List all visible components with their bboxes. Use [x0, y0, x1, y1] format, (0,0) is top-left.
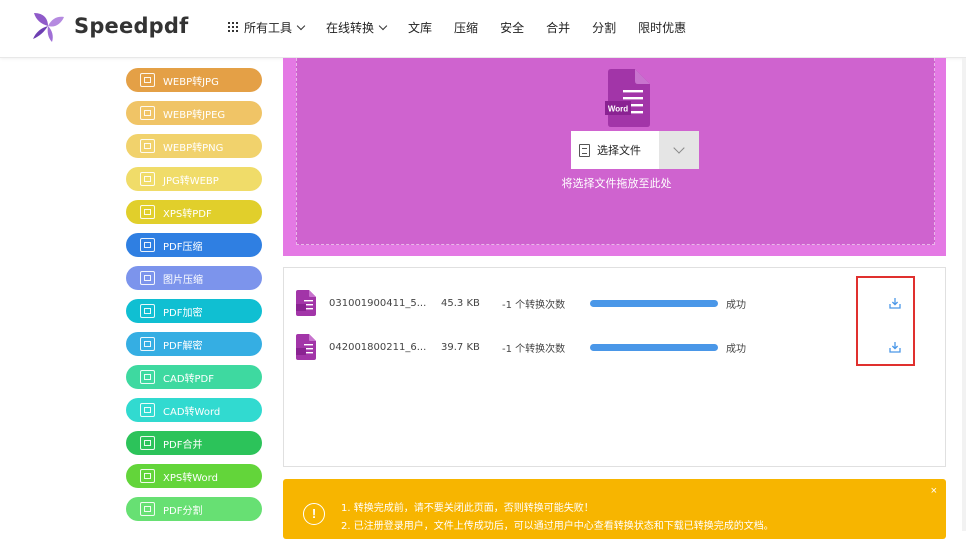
file-row: 042001800211_6... 39.7 KB -1 个转换次数 成功	[296, 333, 936, 361]
sidebar-tool-label: PDF加密	[163, 307, 203, 319]
grid-icon	[228, 22, 238, 32]
nav-item-label: 安全	[500, 20, 525, 35]
sidebar-tool-label: PDF分割	[163, 505, 203, 517]
nav-item-5[interactable]: 合并	[546, 19, 570, 36]
select-file-control: 选择文件	[571, 131, 699, 169]
nav-item-label: 所有工具	[244, 20, 293, 35]
sidebar-tool-label: 图片压缩	[163, 274, 203, 286]
warning-icon: !	[303, 503, 325, 525]
sidebar-tool-label: WEBP转JPEG	[163, 109, 226, 121]
file-list: 031001900411_5... 45.3 KB -1 个转换次数 成功 042001…	[283, 267, 946, 467]
sidebar-tool-13[interactable]: PDF分割	[126, 497, 262, 521]
notice-close-button[interactable]: ×	[931, 485, 937, 497]
conversion-count: -1 个转换次数	[502, 299, 566, 311]
notice-line-1: 1. 转换完成前，请不要关闭此页面，否则转换可能失败！	[341, 503, 594, 514]
sidebar-tool-5[interactable]: PDF压缩	[126, 233, 262, 257]
sidebar-tool-1[interactable]: WEBP转JPEG	[126, 101, 262, 125]
nav-item-label: 合并	[546, 20, 571, 35]
file-size: 45.3 KB	[441, 297, 480, 309]
sidebar-tool-9[interactable]: CAD转PDF	[126, 365, 262, 389]
tool-icon	[140, 73, 155, 87]
word-file-icon	[296, 334, 316, 360]
sidebar-tool-2[interactable]: WEBP转PNG	[126, 134, 262, 158]
file-name: 031001900411_5...	[329, 297, 427, 309]
sidebar-tool-label: PDF压缩	[163, 241, 203, 253]
drop-hint-text: 将选择文件拖放至此处	[561, 177, 672, 190]
main-nav: 所有工具 在线转换 文库 压缩 安全 合并 分割 限时优惠	[228, 0, 708, 54]
select-file-label: 选择文件	[597, 144, 641, 157]
document-icon	[579, 143, 590, 157]
tool-icon	[140, 238, 155, 252]
sidebar-tool-10[interactable]: CAD转Word	[126, 398, 262, 422]
tool-icon	[140, 271, 155, 285]
progress-bar	[590, 343, 718, 351]
sidebar-tool-4[interactable]: XPS转PDF	[126, 200, 262, 224]
sidebar-tool-label: WEBP转PNG	[163, 142, 224, 154]
drop-zone[interactable]: Word 选择文件 将选择文件拖放至此处	[296, 58, 935, 245]
tool-icon	[140, 172, 155, 186]
notice-banner: ! 1. 转换完成前，请不要关闭此页面，否则转换可能失败！ 2. 已注册登录用户…	[283, 479, 946, 539]
sidebar-tool-7[interactable]: PDF加密	[126, 299, 262, 323]
sidebar-tool-label: PDF合并	[163, 439, 203, 451]
chevron-down-icon	[296, 21, 306, 30]
tool-icon	[140, 139, 155, 153]
sidebar-tool-label: JPG转WEBP	[163, 175, 219, 187]
status-text: 成功	[726, 343, 746, 355]
tool-icon	[140, 370, 155, 384]
tool-icon	[140, 436, 155, 450]
nav-item-1[interactable]: 在线转换	[326, 19, 388, 36]
file-size: 39.7 KB	[441, 341, 480, 353]
tool-icon	[140, 337, 155, 351]
brand-name[interactable]: Speedpdf	[74, 14, 188, 38]
download-highlight-box	[856, 276, 915, 366]
sidebar-tool-11[interactable]: PDF合并	[126, 431, 262, 455]
nav-item-label: 压缩	[454, 20, 479, 35]
nav-item-label: 文库	[408, 20, 433, 35]
sidebar-tool-3[interactable]: JPG转WEBP	[126, 167, 262, 191]
upload-area: Word 选择文件 将选择文件拖放至此处	[283, 58, 946, 256]
nav-item-3[interactable]: 压缩	[454, 19, 478, 36]
tool-icon	[140, 106, 155, 120]
word-file-icon: Word	[605, 69, 650, 127]
conversion-count: -1 个转换次数	[502, 343, 566, 355]
sidebar-tool-label: CAD转Word	[163, 406, 221, 418]
chevron-down-icon	[378, 21, 388, 30]
sidebar-tool-label: XPS转PDF	[163, 208, 212, 220]
tool-icon	[140, 205, 155, 219]
nav-item-2[interactable]: 文库	[408, 19, 432, 36]
sidebar-tool-label: WEBP转JPG	[163, 76, 219, 88]
chevron-down-icon	[673, 142, 685, 154]
tool-sidebar: WEBP转JPG WEBP转JPEG WEBP转PNG JPG转WEBP XPS转PDF…	[126, 68, 262, 530]
sidebar-tool-8[interactable]: PDF解密	[126, 332, 262, 356]
sidebar-tool-label: PDF解密	[163, 340, 203, 352]
nav-item-label: 分割	[592, 20, 617, 35]
sidebar-tool-0[interactable]: WEBP转JPG	[126, 68, 262, 92]
word-file-icon	[296, 290, 316, 316]
tool-icon	[140, 469, 155, 483]
nav-item-0[interactable]: 所有工具	[228, 19, 306, 36]
select-source-dropdown[interactable]	[659, 131, 699, 169]
tool-icon	[140, 304, 155, 318]
select-file-button[interactable]: 选择文件	[571, 131, 659, 169]
tool-icon	[140, 502, 155, 516]
tool-icon	[140, 403, 155, 417]
notice-line-2: 2. 已注册登录用户，文件上传成功后，可以通过用户中心查看转换状态和下载已转换完…	[341, 521, 774, 532]
page-scrollbar[interactable]	[962, 58, 966, 531]
speedpdf-logo-icon[interactable]	[30, 10, 66, 44]
nav-item-label: 限时优惠	[638, 20, 687, 35]
top-header: Speedpdf 所有工具 在线转换 文库 压缩 安全 合并 分割 限时优惠	[0, 0, 966, 58]
word-icon-label: Word	[608, 105, 628, 114]
sidebar-tool-12[interactable]: XPS转Word	[126, 464, 262, 488]
status-text: 成功	[726, 299, 746, 311]
nav-item-4[interactable]: 安全	[500, 19, 524, 36]
nav-item-label: 在线转换	[326, 20, 375, 35]
file-name: 042001800211_6...	[329, 341, 427, 353]
sidebar-tool-6[interactable]: 图片压缩	[126, 266, 262, 290]
file-row: 031001900411_5... 45.3 KB -1 个转换次数 成功	[296, 289, 936, 317]
nav-item-6[interactable]: 分割	[592, 19, 616, 36]
sidebar-tool-label: XPS转Word	[163, 472, 218, 484]
nav-item-7[interactable]: 限时优惠	[638, 19, 686, 36]
progress-bar	[590, 299, 718, 307]
sidebar-tool-label: CAD转PDF	[163, 373, 215, 385]
